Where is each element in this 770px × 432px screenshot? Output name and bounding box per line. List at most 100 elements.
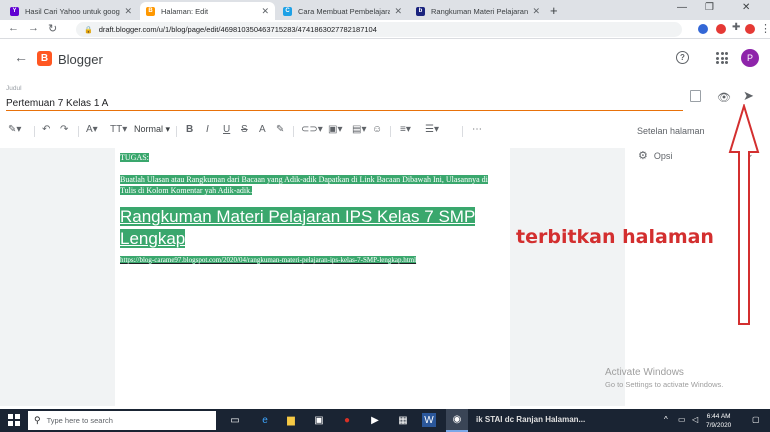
task-view-icon[interactable]: ▭ <box>228 413 242 427</box>
close-icon[interactable]: ✕ <box>261 6 269 17</box>
network-icon[interactable]: ▭ <box>678 415 686 424</box>
insert-image-icon[interactable]: ▣▾ <box>328 124 342 135</box>
annotation-arrow <box>728 104 760 325</box>
tab-label: Hasil Cari Yahoo untuk google <box>25 6 121 16</box>
bold-icon[interactable]: B <box>186 124 193 135</box>
browser-tab-strip: Y Hasil Cari Yahoo untuk google ✕ B Hala… <box>0 0 770 20</box>
extension-icon[interactable] <box>716 24 726 34</box>
preview-eye-icon[interactable]: 👁 <box>717 91 731 104</box>
chrome-icon[interactable]: ◉ <box>446 409 468 432</box>
link-icon[interactable]: ⊂⊃▾ <box>301 124 323 135</box>
file-explorer-icon[interactable]: ▆ <box>284 413 298 427</box>
volume-icon[interactable]: ◁ <box>692 415 698 424</box>
more-options-icon[interactable]: ⋯ <box>472 124 482 135</box>
strikethrough-icon[interactable]: S <box>241 124 248 135</box>
maximize-icon[interactable]: ❐ <box>705 2 714 13</box>
title-input[interactable]: Pertemuan 7 Kelas 1 A <box>6 98 108 109</box>
clock-time: 6:44 AM <box>706 413 731 420</box>
blogger-header: ← B Blogger ? P <box>0 40 770 78</box>
options-label: Opsi <box>653 150 673 161</box>
undo-icon[interactable]: ↶ <box>42 124 50 135</box>
tray-chevron-icon[interactable]: ^ <box>664 415 668 424</box>
blogger-icon: B <box>146 6 155 16</box>
insert-video-icon[interactable]: ▤▾ <box>352 124 366 135</box>
title-underline <box>6 110 683 111</box>
profile-flag-icon[interactable] <box>745 24 755 34</box>
title-label: Judul <box>6 85 22 92</box>
list-icon[interactable]: ☰▾ <box>425 124 439 135</box>
content-task-label[interactable]: TUGAS: <box>120 153 149 162</box>
underline-icon[interactable]: U <box>223 124 230 135</box>
text-color-icon[interactable]: A <box>259 124 266 135</box>
font-icon[interactable]: A▾ <box>86 124 98 135</box>
tab-cara-membuat[interactable]: C Cara Membuat Pembelajaran On ✕ <box>277 2 408 20</box>
font-size-icon[interactable]: ТТ▾ <box>110 124 127 135</box>
close-icon[interactable]: ✕ <box>532 6 540 17</box>
activate-windows-subtitle: Go to Settings to activate Windows. <box>605 380 724 389</box>
search-icon: ⚲ <box>34 415 41 425</box>
options-section[interactable]: ⚙ Opsi <box>638 149 672 162</box>
tab-label: Halaman: Edit <box>161 6 209 16</box>
tab-label: Cara Membuat Pembelajaran On <box>298 6 391 16</box>
emoji-icon[interactable]: ☺ <box>372 124 382 135</box>
pencil-mode-icon[interactable]: ✎▾ <box>8 124 21 135</box>
highlighted-text: TUGAS: <box>120 153 149 162</box>
align-icon[interactable]: ≡▾ <box>400 124 411 135</box>
close-icon[interactable]: ✕ <box>394 6 402 17</box>
forward-arrow-icon[interactable]: → <box>28 22 39 34</box>
reload-icon[interactable]: ↻ <box>48 22 57 35</box>
divider <box>293 126 294 137</box>
url-text: draft.blogger.com/u/1/blog/page/edit/469… <box>98 25 377 34</box>
taskbar-search[interactable]: ⚲ Type here to search <box>28 411 216 430</box>
lock-icon: 🔒 <box>84 26 93 34</box>
content-link[interactable]: https://blog-carame97.blogspot.com/2020/… <box>120 256 417 264</box>
media-icon[interactable]: ▶ <box>368 413 382 427</box>
word-icon[interactable]: W <box>422 413 436 427</box>
format-label: Normal <box>134 124 164 134</box>
menu-dots-icon[interactable]: ⋮ <box>760 22 770 35</box>
tab-yahoo[interactable]: Y Hasil Cari Yahoo untuk google ✕ <box>4 2 138 20</box>
edge-icon[interactable]: e <box>258 413 272 427</box>
app-icon[interactable]: ● <box>340 413 354 427</box>
search-placeholder: Type here to search <box>46 416 113 425</box>
content-heading[interactable]: Rangkuman Materi Pelajaran IPS Kelas 7 S… <box>120 206 500 250</box>
app-icon[interactable]: ▦ <box>396 413 410 427</box>
notification-icon[interactable]: ▢ <box>752 415 760 424</box>
new-tab-button[interactable]: + <box>550 3 558 18</box>
link-text: https://blog-carame97.blogspot.com/2020/… <box>120 256 417 264</box>
tab-rangkuman[interactable]: b Rangkuman Materi Pelajaran IPS ✕ <box>410 2 546 20</box>
app-name: Blogger <box>58 52 103 67</box>
tab-label: Rangkuman Materi Pelajaran IPS <box>431 6 529 16</box>
apps-grid-icon[interactable] <box>716 52 728 64</box>
browser-toolbar: ← → ↻ 🔒 draft.blogger.com/u/1/blog/page/… <box>0 20 770 39</box>
back-arrow-icon[interactable]: ← <box>8 22 19 34</box>
back-arrow-icon[interactable]: ← <box>14 49 28 65</box>
puzzle-icon[interactable]: ✚ <box>732 22 740 33</box>
heading-text: Rangkuman Materi Pelajaran IPS Kelas 7 S… <box>120 207 476 248</box>
format-dropdown[interactable]: Normal ▾ <box>134 124 170 135</box>
extension-icon[interactable] <box>698 24 708 34</box>
italic-icon[interactable]: I <box>206 124 209 135</box>
avatar[interactable]: P <box>741 49 759 67</box>
minimize-icon[interactable]: — <box>677 2 687 13</box>
windows-start-icon[interactable] <box>8 414 20 426</box>
site-icon: C <box>283 6 292 16</box>
window-close-icon[interactable]: ✕ <box>742 2 750 13</box>
help-icon[interactable]: ? <box>676 51 689 64</box>
yahoo-icon: Y <box>10 6 19 16</box>
publish-send-icon[interactable]: ➤ <box>743 88 754 104</box>
content-instruction[interactable]: Buatlah Ulasan atau Rangkuman dari Bacaa… <box>120 174 505 196</box>
redo-icon[interactable]: ↷ <box>60 124 68 135</box>
clock-date: 7/9/2020 <box>706 422 732 429</box>
close-icon[interactable]: ✕ <box>124 6 132 17</box>
save-icon[interactable] <box>690 90 701 102</box>
highlighted-text: Buatlah Ulasan atau Rangkuman dari Bacaa… <box>120 175 488 195</box>
taskbar-preview-text: ik STAI dc Ranjan Halaman... <box>476 415 586 424</box>
clock[interactable]: 6:44 AM 7/9/2020 <box>706 412 731 430</box>
address-bar[interactable]: 🔒 draft.blogger.com/u/1/blog/page/edit/4… <box>76 22 682 37</box>
windows-taskbar: ⚲ Type here to search ▭ e ▆ ▣ ● ▶ ▦ W ◉ … <box>0 409 770 432</box>
store-icon[interactable]: ▣ <box>312 413 326 427</box>
highlight-icon[interactable]: ✎ <box>276 124 284 135</box>
gear-icon: ⚙ <box>638 150 648 162</box>
tab-halaman-edit[interactable]: B Halaman: Edit ✕ <box>140 2 275 20</box>
